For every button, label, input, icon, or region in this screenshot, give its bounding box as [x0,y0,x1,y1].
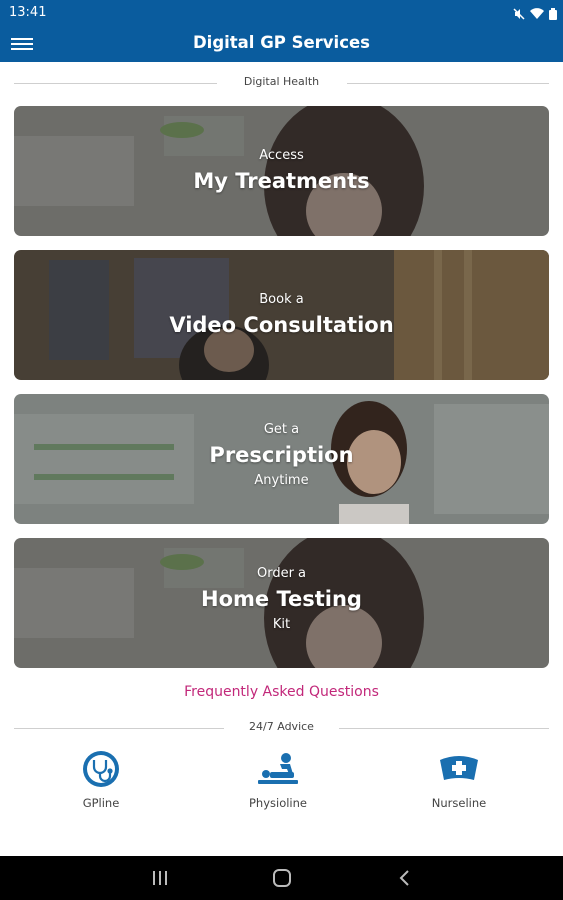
battery-icon [549,5,557,24]
wifi-icon [530,5,544,24]
physiotherapy-icon [258,753,298,784]
home-icon [273,869,291,887]
status-bar: 13:41 [0,0,563,26]
system-navigation-bar [0,856,563,900]
card-video-consultation[interactable]: Book a Video Consultation [14,250,549,380]
card-title: My Treatments [193,169,370,193]
home-button[interactable] [270,868,294,888]
nurseline-button[interactable]: Nurseline [399,750,519,810]
card-suffix: Anytime [254,473,309,488]
section-label-advice: 24/7 Advice [239,720,324,733]
back-icon [399,870,409,886]
card-home-testing[interactable]: Order a Home Testing Kit [14,538,549,668]
app-bar: Digital GP Services [0,26,563,62]
back-button[interactable] [393,868,417,888]
faq-link[interactable]: Frequently Asked Questions [0,684,563,700]
recent-apps-button[interactable] [148,868,172,888]
gpline-button[interactable]: GPline [41,750,161,810]
card-prefix: Access [259,148,304,163]
mute-icon [513,5,525,24]
nurse-cap-icon [440,756,478,780]
page-title: Digital GP Services [192,33,371,52]
recent-apps-icon [153,871,167,885]
card-prefix: Get a [263,422,300,437]
card-my-treatments[interactable]: Access My Treatments [14,106,549,236]
section-label-digital-health: Digital Health [233,75,330,88]
card-title: Prescription [209,443,354,467]
physioline-button[interactable]: Physioline [218,750,338,810]
status-time: 13:41 [9,5,47,20]
gpline-label: GPline [82,796,120,810]
nurseline-label: Nurseline [431,796,487,810]
card-prefix: Book a [259,292,304,307]
status-icons [513,5,557,24]
card-suffix: Kit [272,617,291,632]
section-divider-advice: 24/7 Advice [14,720,549,736]
card-prefix: Order a [256,566,307,581]
stethoscope-icon [83,751,119,787]
physioline-label: Physioline [248,796,307,810]
section-divider-digital-health: Digital Health [14,75,549,91]
card-title: Video Consultation [169,313,394,337]
card-prescription[interactable]: Get a Prescription Anytime [14,394,549,524]
card-title: Home Testing [201,587,362,611]
